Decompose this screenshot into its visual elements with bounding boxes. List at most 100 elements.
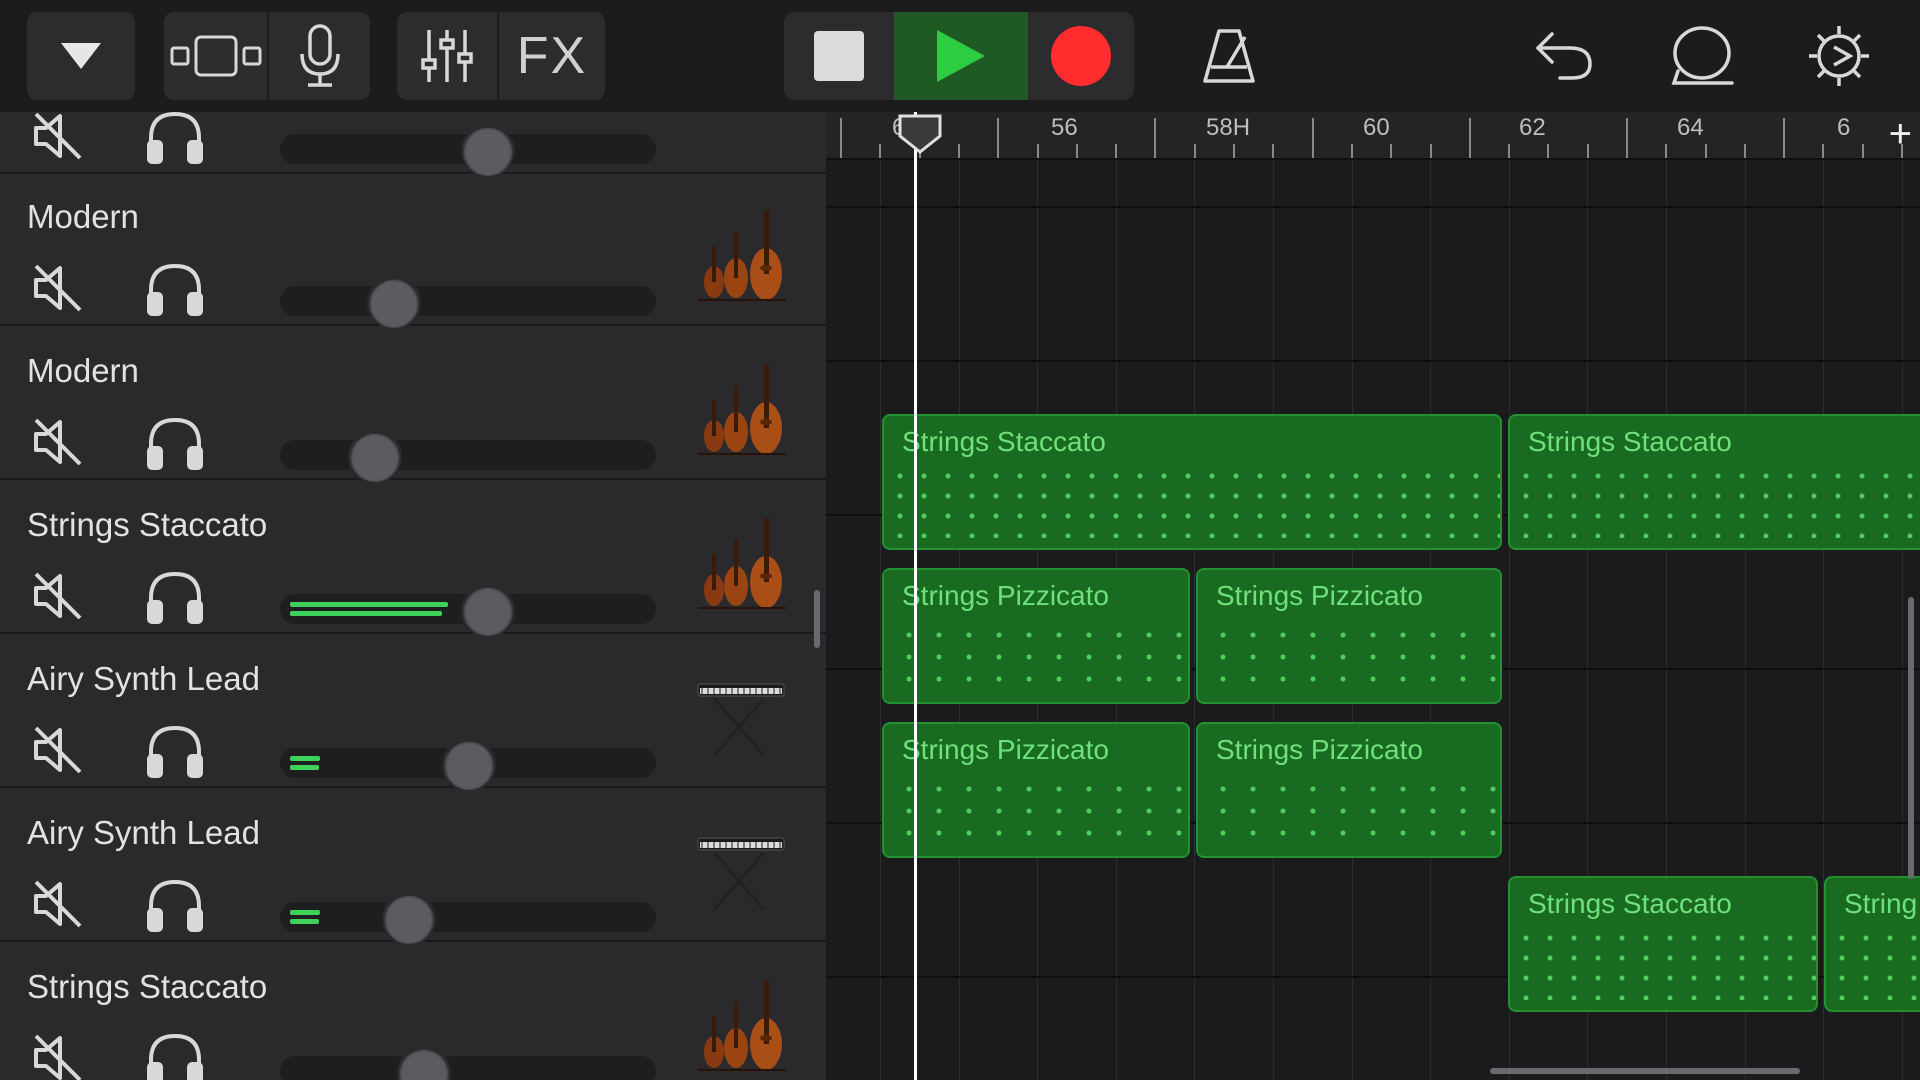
ruler-tick [1115, 144, 1117, 158]
volume-knob[interactable] [461, 124, 515, 178]
ruler-tick [1272, 144, 1274, 158]
microphone-button[interactable] [269, 12, 370, 100]
track-headers: Modern Modern Strings Staccato Airy Synth L… [0, 112, 826, 1080]
fx-label: FX [516, 27, 588, 85]
volume-knob[interactable] [348, 430, 402, 484]
mute-icon[interactable] [32, 724, 84, 781]
timeline[interactable]: Strings Staccato Strings Staccato Strings … [826, 112, 1920, 1080]
midi-notes [884, 772, 1188, 846]
timeline-scroll-horizontal[interactable] [1490, 1068, 1800, 1074]
volume-slider-track[interactable] [280, 286, 656, 316]
region-label: Strings Pizzicato [902, 734, 1109, 765]
settings-button[interactable] [1792, 12, 1886, 100]
ruler-tick [1312, 118, 1314, 158]
volume-knob[interactable] [442, 738, 496, 792]
transport-group [784, 12, 1134, 100]
ruler-tick [1430, 144, 1432, 158]
ruler-tick [879, 144, 881, 158]
volume-slider-track[interactable] [280, 1056, 656, 1080]
region[interactable]: Strings Pizzicato [1196, 722, 1502, 858]
loop-browser-button[interactable] [1656, 12, 1750, 100]
fx-button[interactable]: FX [499, 12, 605, 100]
headphones-icon[interactable] [145, 876, 205, 939]
headphones-icon[interactable] [145, 112, 205, 171]
track-row[interactable]: Strings Staccato [0, 944, 826, 1080]
track-row-partial[interactable] [0, 112, 826, 178]
playhead-handle-icon[interactable] [898, 114, 942, 154]
mute-icon[interactable] [32, 112, 84, 167]
keyboard-icon[interactable] [694, 666, 790, 771]
headphones-icon[interactable] [145, 568, 205, 631]
level-meter [290, 765, 319, 770]
ruler[interactable]: 64 56 58H 60 62 64 6 + [826, 112, 1920, 160]
level-meter [290, 756, 320, 761]
view-group [164, 12, 370, 100]
region[interactable]: Strings Staccato [1508, 876, 1818, 1012]
region[interactable]: Strings Staccato [882, 414, 1502, 550]
volume-knob[interactable] [367, 276, 421, 330]
add-section-button[interactable]: + [1889, 114, 1912, 154]
region[interactable]: String [1824, 876, 1920, 1012]
mute-icon[interactable] [32, 416, 84, 473]
mute-icon[interactable] [32, 570, 84, 627]
track-row[interactable]: Airy Synth Lead [0, 636, 826, 792]
strings-icon[interactable] [694, 512, 790, 617]
headphones-icon[interactable] [145, 414, 205, 477]
mixer-button[interactable] [397, 12, 497, 100]
track-row[interactable]: Strings Staccato [0, 482, 826, 638]
view-toggle-button[interactable] [164, 12, 267, 100]
record-circle-icon [1051, 26, 1111, 86]
region-label: Strings Staccato [1528, 426, 1732, 457]
region-label: Strings Staccato [902, 426, 1106, 457]
region[interactable]: Strings Staccato [1508, 414, 1920, 550]
level-meter [290, 910, 320, 915]
midi-notes [1198, 618, 1500, 692]
track-row[interactable]: Airy Synth Lead [0, 790, 826, 946]
volume-knob[interactable] [397, 1046, 451, 1080]
ruler-tick [1547, 144, 1549, 158]
mute-icon[interactable] [32, 1032, 84, 1080]
region-label: Strings Pizzicato [1216, 580, 1423, 611]
ruler-tick [1705, 144, 1707, 158]
ruler-label: 56 [1051, 114, 1078, 141]
header-scroll-indicator[interactable] [814, 590, 820, 648]
headphones-icon[interactable] [145, 722, 205, 785]
microphone-icon [299, 24, 340, 87]
metronome-button[interactable] [1185, 12, 1273, 100]
region[interactable]: Strings Pizzicato [882, 722, 1190, 858]
headphones-icon[interactable] [145, 1030, 205, 1080]
dropdown-button[interactable] [27, 12, 135, 100]
volume-slider-track[interactable] [280, 440, 656, 470]
mute-icon[interactable] [32, 262, 84, 319]
stop-button[interactable] [784, 12, 894, 100]
record-button[interactable] [1028, 12, 1134, 100]
ruler-label: 60 [1363, 114, 1390, 141]
strings-icon[interactable] [694, 358, 790, 463]
ruler-tick [1626, 118, 1628, 158]
region-label: Strings Staccato [1528, 888, 1732, 919]
undo-button[interactable] [1520, 12, 1608, 100]
keyboard-icon[interactable] [694, 820, 790, 925]
ruler-label: 64 [1677, 114, 1704, 141]
playhead[interactable] [914, 112, 917, 1080]
track-row[interactable]: Modern [0, 174, 826, 330]
strings-icon[interactable] [694, 974, 790, 1079]
track-menu-group [27, 12, 135, 100]
timeline-scroll-vertical[interactable] [1908, 597, 1914, 879]
metronome-icon [1203, 29, 1255, 83]
strings-icon[interactable] [694, 204, 790, 309]
mute-icon[interactable] [32, 878, 84, 935]
region[interactable]: Strings Pizzicato [1196, 568, 1502, 704]
track-row[interactable]: Modern [0, 328, 826, 484]
ruler-tick [1508, 144, 1510, 158]
headphones-icon[interactable] [145, 260, 205, 323]
volume-knob[interactable] [382, 892, 436, 946]
volume-slider-track[interactable] [280, 902, 656, 932]
play-button[interactable] [894, 12, 1028, 100]
track-name: Modern [27, 352, 139, 389]
midi-notes [1510, 464, 1920, 538]
region[interactable]: Strings Pizzicato [882, 568, 1190, 704]
ruler-tick [1587, 144, 1589, 158]
ruler-tick [1194, 144, 1196, 158]
volume-knob[interactable] [461, 584, 515, 638]
